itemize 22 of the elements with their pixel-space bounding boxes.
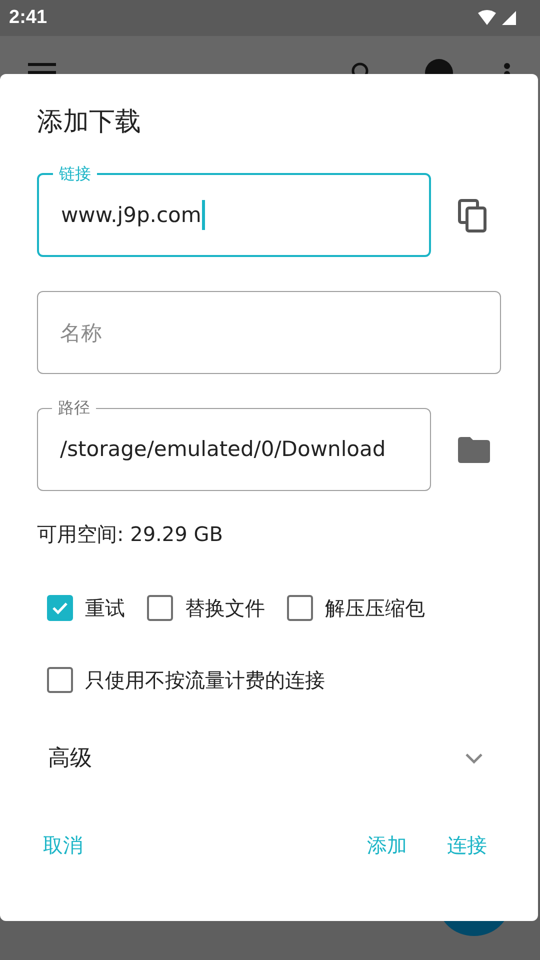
checkbox-label[interactable]: 替换文件 [185, 594, 265, 622]
copy-icon[interactable] [458, 198, 488, 232]
checkbox[interactable] [47, 667, 73, 693]
field-placeholder: 名称 [60, 320, 102, 346]
free-space-text: 可用空间: 29.29 GB [37, 521, 224, 548]
checkbox-label[interactable]: 解压压缩包 [325, 594, 425, 622]
signal-icons [478, 9, 518, 27]
field-value: /storage/emulated/0/Download [60, 437, 386, 461]
advanced-section-toggle[interactable]: 高级 [48, 743, 92, 773]
field-value: www.j9p.com [61, 200, 205, 230]
checkbox-label[interactable]: 只使用不按流量计费的连接 [85, 666, 325, 694]
checkbox[interactable] [147, 595, 173, 621]
check-icon [52, 601, 68, 615]
field-label: 链接 [58, 163, 92, 185]
status-time: 2:41 [9, 7, 48, 29]
dialog-title: 添加下载 [37, 106, 142, 139]
chevron-icon[interactable] [465, 752, 483, 764]
checkbox[interactable] [287, 595, 313, 621]
folder-icon[interactable] [458, 436, 490, 462]
checkbox[interactable] [47, 595, 73, 621]
field-label: 路径 [57, 397, 91, 419]
checkbox-label[interactable]: 重试 [85, 594, 125, 622]
